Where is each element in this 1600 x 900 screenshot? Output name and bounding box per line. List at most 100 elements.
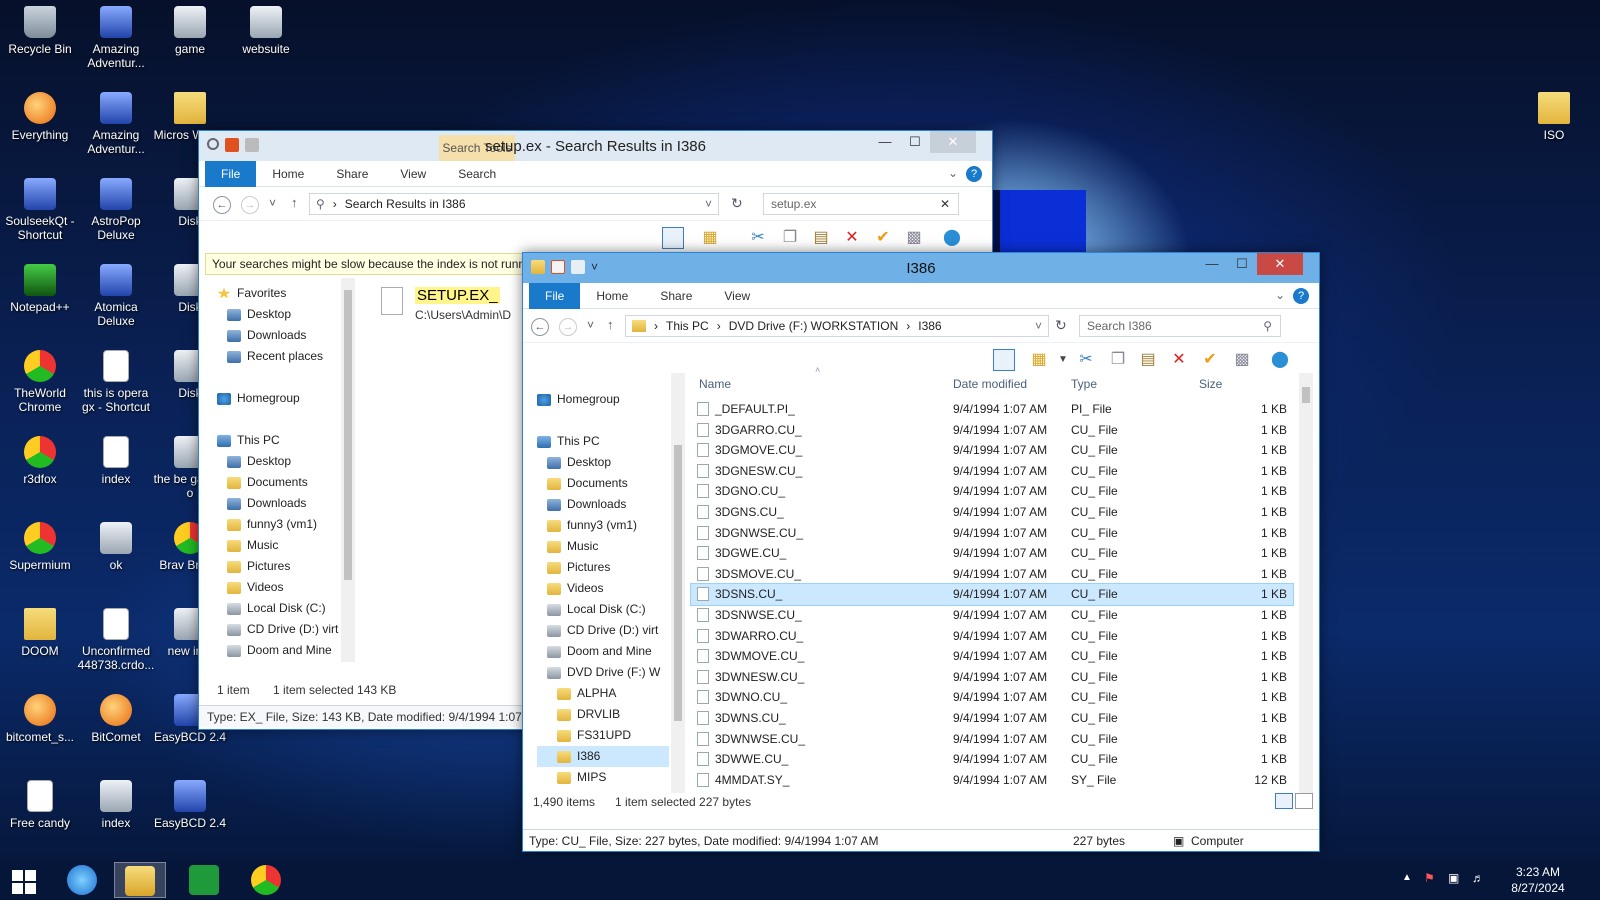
desktop-icon[interactable]: Free candy [0, 774, 80, 830]
scroll-thumb[interactable] [1302, 387, 1310, 403]
desktop-icon[interactable]: Amazing Adventur... [76, 86, 156, 156]
clock-date[interactable]: 8/27/2024 [1506, 881, 1570, 895]
nav-item[interactable]: Local Disk (C:) [537, 599, 669, 620]
nav-item[interactable]: Doom and Mine [217, 640, 341, 661]
search-input[interactable]: Search I386 ⚲ [1079, 315, 1281, 337]
desktop-icon[interactable]: r3dfox [0, 430, 80, 486]
file-list-scrollbar[interactable] [1299, 373, 1313, 793]
desktop-icon[interactable]: ok [76, 516, 156, 572]
action-center-flag-icon[interactable]: ⚑ [1424, 871, 1435, 885]
breadcrumb-dvd-drive[interactable]: DVD Drive (F:) WORKSTATION [729, 319, 899, 333]
nav-item[interactable]: Pictures [217, 556, 341, 577]
navigation-scrollbar[interactable] [671, 373, 685, 793]
table-row[interactable]: 4MMDAT.SY_ 9/4/1994 1:07 AM SY_ File 12 KB [691, 770, 1293, 791]
minimize-button[interactable]: — [1197, 253, 1227, 275]
nav-item[interactable]: Desktop [537, 452, 669, 473]
rename-icon[interactable]: ✔ [872, 227, 894, 249]
navigation-scrollbar[interactable] [341, 278, 355, 662]
nav-item[interactable]: CD Drive (D:) virt [217, 619, 341, 640]
table-row[interactable]: _DEFAULT.PI_ 9/4/1994 1:07 AM PI_ File 1 KB [691, 399, 1293, 420]
help-icon[interactable]: ? [966, 166, 982, 182]
desktop-icon[interactable]: SoulseekQt - Shortcut [0, 172, 80, 242]
close-button[interactable]: ✕ [930, 131, 976, 153]
desktop-icon[interactable]: DOOM [0, 602, 80, 658]
scroll-thumb[interactable] [344, 290, 352, 580]
table-row[interactable]: 3DWNO.CU_ 9/4/1994 1:07 AM CU_ File 1 KB [691, 687, 1293, 708]
forward-button[interactable]: → [241, 196, 259, 214]
nav-item[interactable]: Downloads [537, 494, 669, 515]
tab-share[interactable]: Share [320, 161, 384, 187]
desktop-icon[interactable]: Supermium [0, 516, 80, 572]
table-row[interactable]: 3DWNWSE.CU_ 9/4/1994 1:07 AM CU_ File 1 KB [691, 729, 1293, 750]
table-row[interactable]: 3DGNESW.CU_ 9/4/1994 1:07 AM CU_ File 1 KB [691, 461, 1293, 482]
tab-share[interactable]: Share [644, 283, 708, 309]
desktop-icon[interactable]: bitcomet_s... [0, 688, 80, 744]
nav-item[interactable]: funny3 (vm1) [217, 514, 341, 535]
nav-item[interactable]: ALPHA [537, 683, 669, 704]
nav-item[interactable]: MIPS [537, 767, 669, 788]
desktop-icon[interactable]: BitComet [76, 688, 156, 744]
clear-search-icon[interactable]: ✕ [940, 194, 950, 214]
paste-icon[interactable]: ▤ [1137, 349, 1159, 371]
details-view-icon[interactable] [1275, 793, 1293, 809]
table-row[interactable]: 3DGNWSE.CU_ 9/4/1994 1:07 AM CU_ File 1 KB [691, 523, 1293, 544]
cut-icon[interactable]: ✂ [1075, 349, 1097, 371]
nav-item[interactable]: I386 [537, 746, 669, 767]
desktop-icon[interactable]: index [76, 774, 156, 830]
nav-item[interactable]: DRVLIB [537, 704, 669, 725]
desktop-icon[interactable]: websuite [226, 0, 306, 56]
search-result-item[interactable]: SETUP.EX_ C:\Users\Admin\D [375, 281, 515, 325]
nav-item[interactable]: Homegroup [217, 388, 341, 409]
cut-icon[interactable]: ✂ [747, 227, 769, 249]
table-row[interactable]: 3DSNWSE.CU_ 9/4/1994 1:07 AM CU_ File 1 KB [691, 605, 1293, 626]
chevron-down-icon[interactable]: ⌄ [948, 166, 958, 180]
rename-icon[interactable]: ✔ [1199, 349, 1221, 371]
nav-item[interactable]: Favorites [217, 283, 341, 304]
share-icon[interactable]: ⬤ [941, 227, 963, 249]
properties-icon[interactable]: ▦ [1028, 349, 1050, 371]
nav-item[interactable]: Doom and Mine [537, 641, 669, 662]
store-icon[interactable] [178, 862, 230, 898]
table-row[interactable]: 3DWMOVE.CU_ 9/4/1994 1:07 AM CU_ File 1 KB [691, 646, 1293, 667]
copy-icon[interactable]: ❐ [779, 227, 801, 249]
clock-time[interactable]: 3:23 AM [1506, 865, 1570, 879]
nav-item[interactable]: Videos [217, 577, 341, 598]
address-dropdown-icon[interactable]: ˅ [1035, 319, 1042, 333]
search-icon[interactable]: ⚲ [1263, 316, 1272, 336]
internet-explorer-icon[interactable] [56, 862, 108, 898]
nav-item[interactable]: Music [217, 535, 341, 556]
nav-item[interactable]: Recent places [217, 346, 341, 367]
breadcrumb-this-pc[interactable]: This PC [666, 319, 709, 333]
window-titlebar[interactable]: Search Tools setup.ex - Search Results i… [199, 131, 992, 161]
address-bar[interactable]: › This PC › DVD Drive (F:) WORKSTATION ›… [625, 315, 1049, 337]
maximize-button[interactable]: ☐ [1227, 253, 1257, 275]
preview-pane-icon[interactable] [662, 227, 684, 249]
network-icon[interactable]: ▣ [1448, 871, 1459, 885]
tab-home[interactable]: Home [256, 161, 320, 187]
nav-item[interactable]: Videos [537, 578, 669, 599]
table-row[interactable]: 3DWARRO.CU_ 9/4/1994 1:07 AM CU_ File 1 KB [691, 626, 1293, 647]
search-input[interactable]: setup.ex ✕ [763, 193, 959, 215]
desktop-icon[interactable]: Notepad++ [0, 258, 80, 314]
desktop-icon[interactable]: this is opera gx - Shortcut [76, 344, 156, 414]
nav-item[interactable]: DVD Drive (F:) W [537, 662, 669, 683]
desktop-icon[interactable]: EasyBCD 2.4 [150, 774, 230, 830]
table-row[interactable]: 3DWWE.CU_ 9/4/1994 1:07 AM CU_ File 1 KB [691, 749, 1293, 770]
tab-search[interactable]: Search [442, 161, 512, 187]
desktop-icon[interactable]: Everything [0, 86, 80, 142]
nav-item[interactable]: This PC [537, 431, 669, 452]
show-hidden-icons[interactable]: ▲ [1402, 872, 1412, 883]
scroll-thumb[interactable] [674, 445, 682, 721]
file-explorer-icon[interactable] [114, 862, 166, 898]
nav-item[interactable]: Desktop [217, 451, 341, 472]
nav-item[interactable]: Documents [217, 472, 341, 493]
share-icon[interactable]: ⬤ [1269, 349, 1291, 371]
up-button[interactable]: ↑ [291, 195, 298, 210]
start-button[interactable] [0, 862, 52, 898]
forward-button[interactable]: → [559, 318, 577, 336]
table-row[interactable]: 3DGNO.CU_ 9/4/1994 1:07 AM CU_ File 1 KB [691, 481, 1293, 502]
recent-locations-icon[interactable]: ˅ [587, 318, 594, 332]
desktop-icon[interactable]: Atomica Deluxe [76, 258, 156, 328]
back-button[interactable]: ← [531, 318, 549, 336]
desktop-icon[interactable]: index [76, 430, 156, 486]
